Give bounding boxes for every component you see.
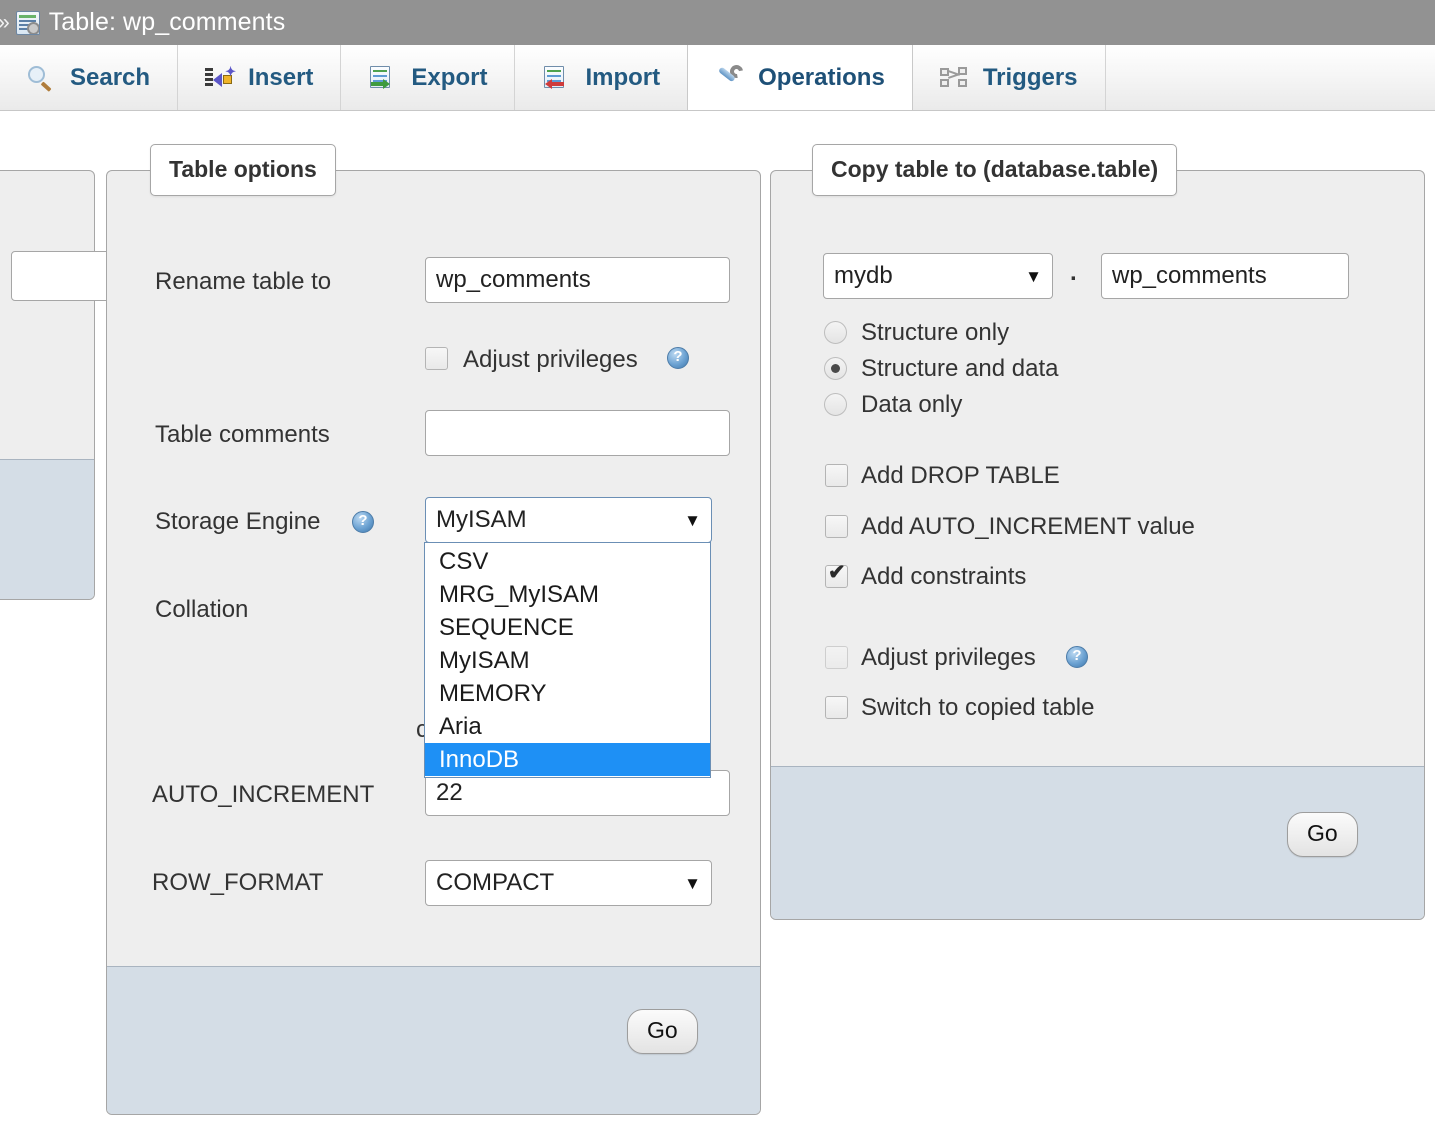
search-icon	[27, 64, 57, 92]
tab-operations-label: Operations	[758, 63, 885, 91]
adjust-privileges-help-icon[interactable]	[667, 347, 689, 369]
tab-insert[interactable]: ✦ Insert	[178, 45, 342, 110]
checkbox-adjust-privileges-label: Adjust privileges	[861, 644, 1036, 671]
storage-engine-option[interactable]: MyISAM	[425, 644, 710, 677]
copy-table-legend: Copy table to (database.table)	[812, 144, 1178, 196]
tab-bar-filler	[1105, 45, 1435, 110]
tab-insert-label: Insert	[248, 63, 314, 91]
tab-triggers-label: Triggers	[982, 63, 1078, 91]
radio-structure-only-label: Structure only	[861, 319, 1010, 346]
page-title: Table: wp_comments	[48, 8, 286, 36]
storage-engine-option[interactable]: CSV	[425, 545, 710, 578]
partial-panel-footer: o	[0, 459, 94, 599]
export-icon	[368, 64, 398, 92]
storage-engine-select[interactable]: MyISAM ▼	[425, 497, 712, 543]
storage-engine-label: Storage Engine	[155, 508, 321, 535]
row-format-label: ROW_FORMAT	[152, 869, 324, 896]
checkbox-add-drop-table[interactable]	[825, 464, 848, 487]
chevron-down-icon: ▼	[684, 873, 701, 893]
radio-data-only[interactable]	[824, 393, 847, 416]
main-tab-bar: Search ✦ Insert Export Import Operations	[0, 45, 1435, 111]
insert-row-icon: ✦	[205, 64, 236, 92]
storage-engine-option-selected[interactable]: InnoDB	[425, 743, 710, 776]
table-options-go-button[interactable]: Go	[627, 1009, 698, 1054]
checkbox-add-constraints[interactable]	[825, 561, 848, 588]
storage-engine-option[interactable]: MRG_MyISAM	[425, 578, 710, 611]
adjust-privileges-label: Adjust privileges	[463, 346, 638, 373]
storage-engine-dropdown-list[interactable]: CSV MRG_MyISAM SEQUENCE MyISAM MEMORY Ar…	[424, 542, 711, 778]
copy-database-value: mydb	[834, 262, 893, 289]
radio-structure-and-data[interactable]	[824, 357, 847, 380]
tab-export-label: Export	[411, 63, 488, 91]
row-format-value: COMPACT	[436, 869, 555, 896]
chevron-down-icon: ▼	[1025, 266, 1042, 286]
rename-table-label: Rename table to	[155, 268, 332, 295]
tab-import-label: Import	[585, 63, 661, 91]
collation-label: Collation	[155, 596, 249, 623]
checkbox-add-constraints-label: Add constraints	[861, 563, 1027, 590]
page-title-bar: » Table: wp_comments	[0, 0, 1435, 45]
copy-adjust-privileges-help-icon[interactable]	[1066, 646, 1088, 668]
storage-engine-option[interactable]: Aria	[425, 710, 710, 743]
checkbox-switch-to-copied-table[interactable]	[825, 696, 848, 719]
import-icon	[542, 64, 572, 92]
tab-operations[interactable]: Operations	[687, 45, 913, 110]
table-comments-label: Table comments	[155, 421, 330, 448]
tab-export[interactable]: Export	[341, 45, 516, 110]
storage-engine-option[interactable]: MEMORY	[425, 677, 710, 710]
copy-table-footer: Go	[771, 766, 1424, 919]
checkbox-add-drop-table-label: Add DROP TABLE	[861, 462, 1060, 489]
checkbox-add-auto-increment[interactable]	[825, 515, 848, 538]
tab-search-label: Search	[70, 63, 151, 91]
table-options-footer: Go	[107, 966, 760, 1114]
row-format-select[interactable]: COMPACT ▼	[425, 860, 712, 906]
checkbox-adjust-privileges[interactable]	[825, 646, 848, 669]
checkbox-switch-to-copied-table-label: Switch to copied table	[861, 694, 1095, 721]
rename-table-input[interactable]	[425, 257, 730, 303]
tab-search[interactable]: Search	[0, 45, 179, 110]
storage-engine-help-icon[interactable]	[352, 511, 374, 533]
copy-table-name-input[interactable]	[1101, 253, 1349, 299]
left-partial-panel: o	[0, 170, 116, 600]
radio-structure-only[interactable]	[824, 321, 847, 344]
copy-separator: .	[1070, 259, 1077, 286]
table-options-legend: Table options	[150, 144, 336, 196]
copy-table-panel: mydb ▼ . Structure only Structure and da…	[770, 170, 1425, 920]
copy-database-select[interactable]: mydb ▼	[823, 253, 1053, 299]
wrench-icon	[715, 61, 746, 92]
adjust-privileges-checkbox[interactable]	[425, 347, 448, 370]
storage-engine-option[interactable]: SEQUENCE	[425, 611, 710, 644]
copy-table-go-button[interactable]: Go	[1287, 812, 1358, 857]
chevron-down-icon: ▼	[684, 510, 701, 530]
triggers-icon	[939, 64, 970, 92]
checkbox-add-auto-increment-label: Add AUTO_INCREMENT value	[861, 513, 1195, 540]
partial-input[interactable]	[11, 251, 116, 301]
radio-structure-and-data-label: Structure and data	[861, 355, 1059, 382]
table-gear-icon	[15, 10, 40, 35]
tab-triggers[interactable]: Triggers	[912, 45, 1106, 110]
radio-data-only-label: Data only	[861, 391, 963, 418]
tab-import[interactable]: Import	[515, 45, 689, 110]
breadcrumb-separator: »	[0, 12, 10, 33]
auto-increment-label: AUTO_INCREMENT	[152, 781, 375, 808]
table-comments-input[interactable]	[425, 410, 730, 456]
storage-engine-value: MyISAM	[436, 506, 527, 533]
